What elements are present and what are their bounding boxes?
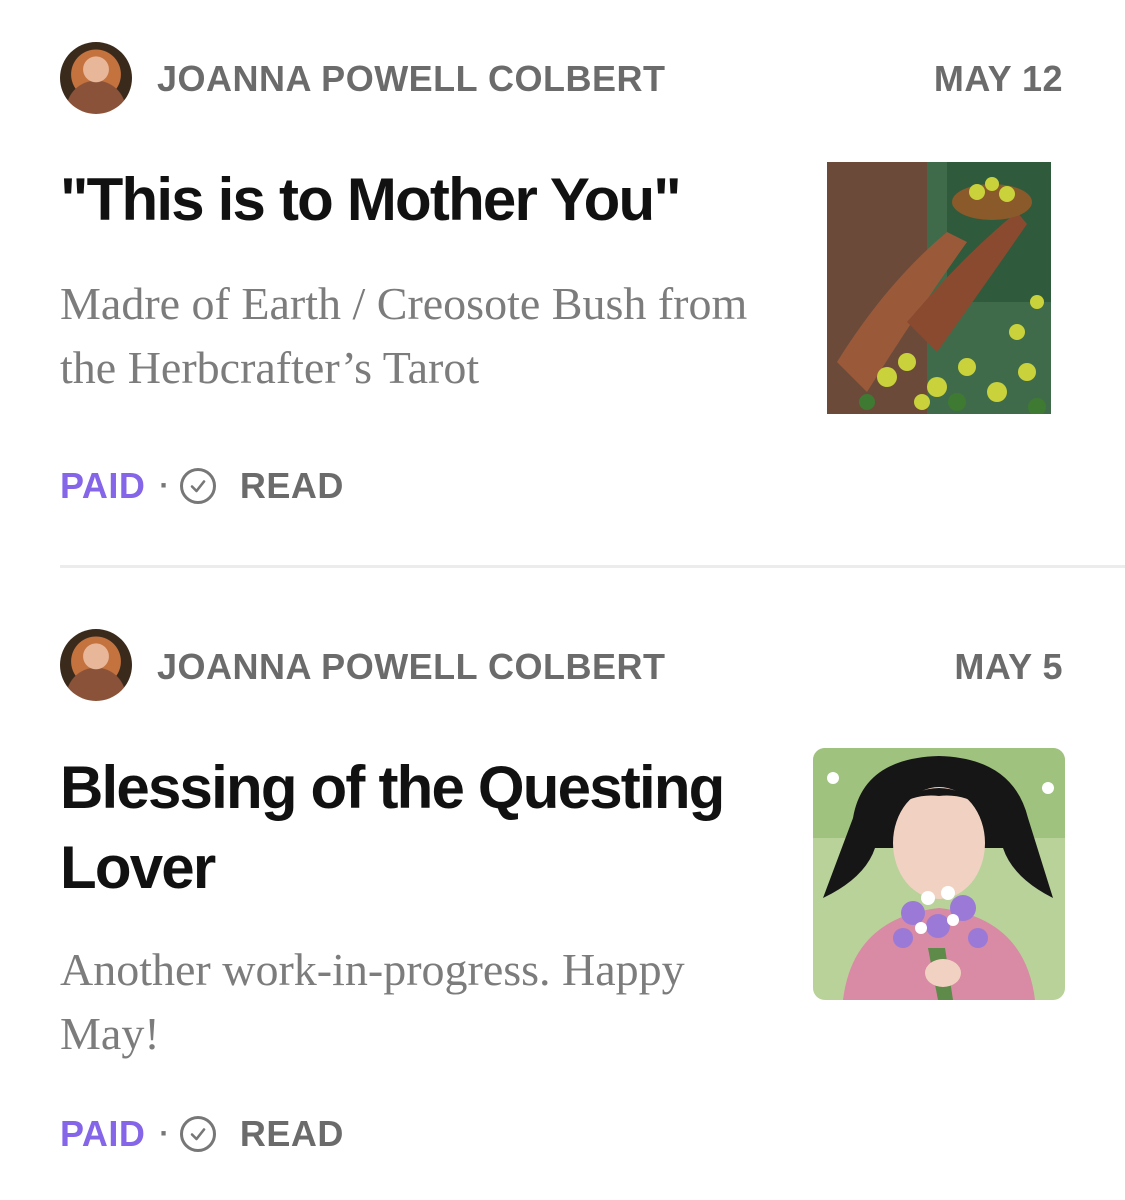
check-circle-icon [179, 1116, 216, 1152]
questing-lover-image [813, 748, 1065, 1000]
post-thumbnail[interactable] [827, 162, 1051, 414]
author-avatar[interactable] [60, 629, 132, 701]
post-title[interactable]: "This is to Mother You" [60, 160, 790, 240]
meta-separator: · [159, 1117, 170, 1150]
author-avatar[interactable] [60, 42, 132, 114]
author-name[interactable]: JOANNA POWELL COLBERT [157, 646, 666, 688]
herbcrafter-card-image [827, 162, 1051, 414]
read-status: READ [239, 465, 344, 506]
post-subtitle[interactable]: Madre of Earth / Creosote Bush from the … [60, 272, 780, 400]
read-status: READ [239, 1113, 344, 1154]
paid-badge: PAID [60, 1113, 146, 1154]
post-card[interactable]: JOANNA POWELL COLBERT MAY 12 "This is to… [0, 0, 1125, 566]
post-subtitle[interactable]: Another work-in-progress. Happy May! [60, 938, 700, 1066]
post-card[interactable]: JOANNA POWELL COLBERT MAY 5 Blessing of … [0, 568, 1125, 1200]
post-date: MAY 12 [933, 58, 1063, 99]
meta-separator: · [159, 469, 170, 502]
post-date: MAY 5 [954, 646, 1063, 687]
author-name[interactable]: JOANNA POWELL COLBERT [157, 58, 666, 100]
post-meta: PAID · READ [60, 1113, 344, 1154]
post-title[interactable]: Blessing of the Questing Lover [60, 748, 790, 908]
check-circle-icon [179, 468, 216, 504]
post-meta: PAID · READ [60, 465, 344, 506]
post-thumbnail[interactable] [813, 748, 1065, 1000]
paid-badge: PAID [60, 465, 146, 506]
